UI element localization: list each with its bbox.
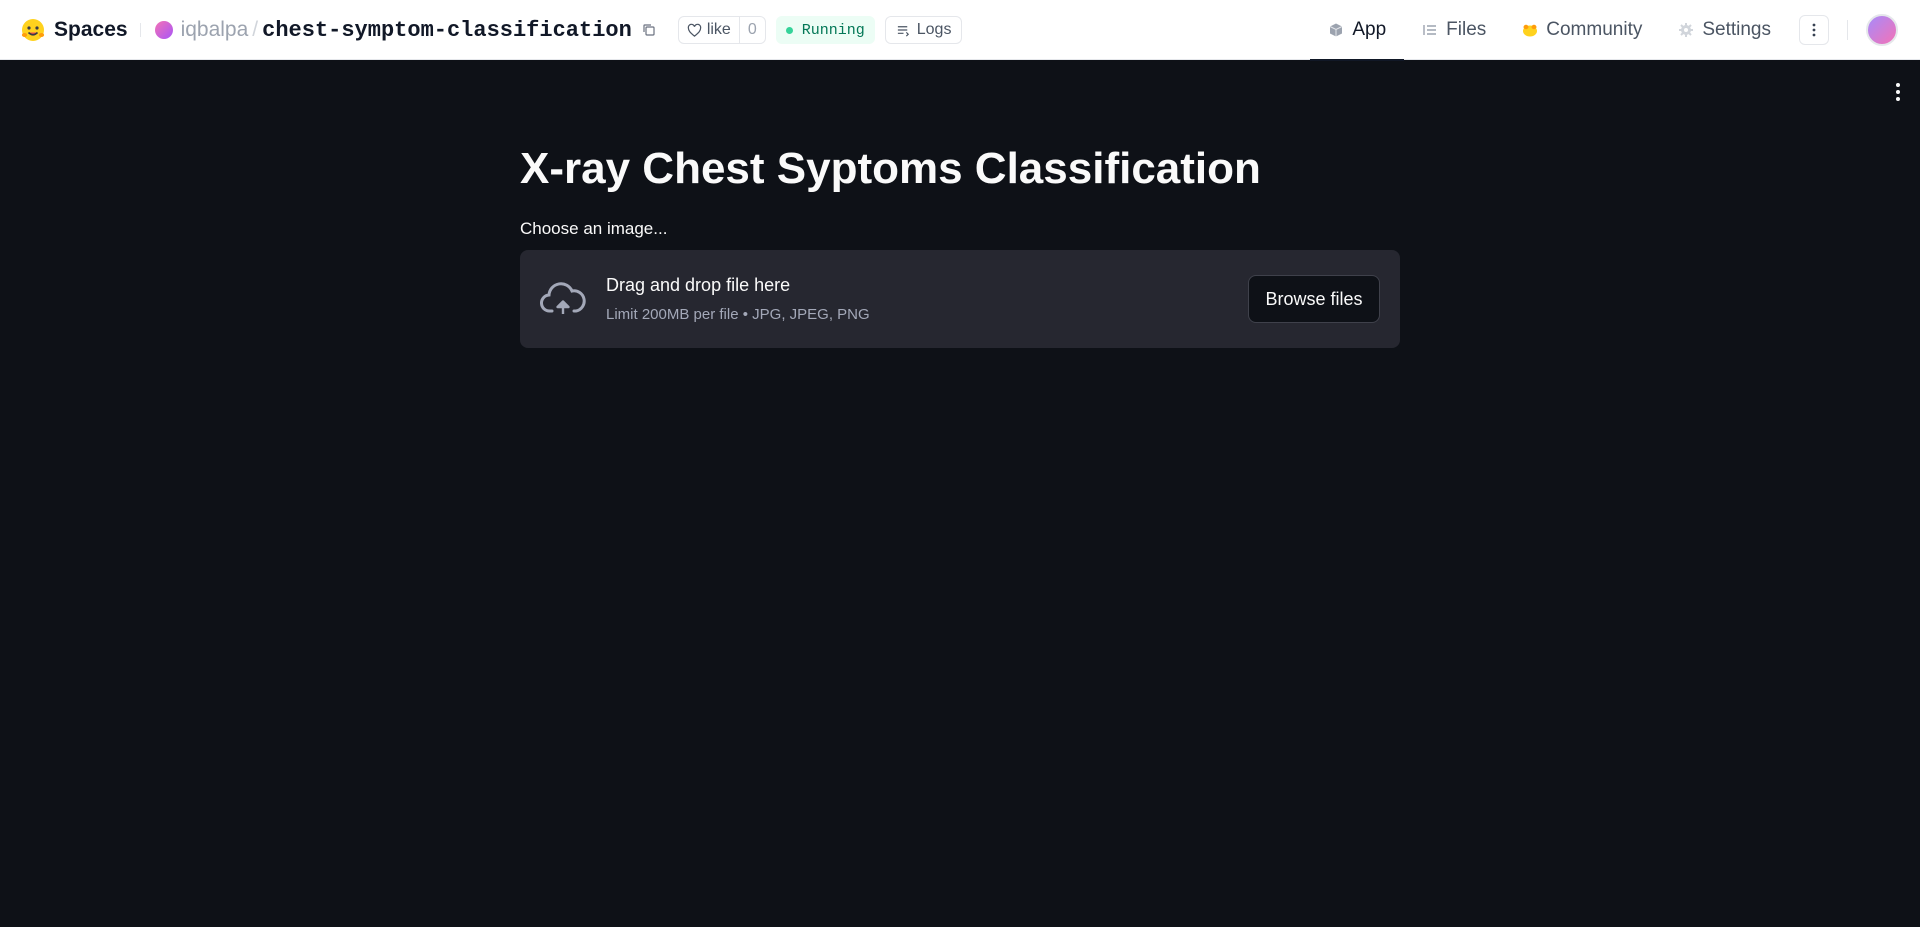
spaces-brand-link[interactable]: Spaces <box>54 18 128 42</box>
tab-community[interactable]: Community <box>1504 0 1660 60</box>
tab-files-label: Files <box>1446 19 1487 40</box>
cloud-upload-icon <box>540 282 586 314</box>
owner-link[interactable]: iqbalpa <box>181 18 249 42</box>
hugging-face-logo-icon[interactable] <box>20 17 46 43</box>
space-name-link[interactable]: chest-symptom-classification <box>262 18 632 43</box>
header-divider-right <box>1847 20 1848 40</box>
like-action[interactable]: like <box>679 17 739 43</box>
vertical-dots-icon <box>1812 23 1816 37</box>
app-main-menu-icon[interactable] <box>1894 82 1902 102</box>
app-cube-icon <box>1330 23 1343 37</box>
heart-icon <box>687 23 702 37</box>
status-dot-icon <box>785 26 793 34</box>
logs-button[interactable]: Logs <box>884 16 963 44</box>
user-avatar[interactable] <box>1866 14 1898 46</box>
like-count[interactable]: 0 <box>738 17 765 43</box>
files-icon <box>1423 25 1437 35</box>
file-dropzone[interactable]: Drag and drop file here Limit 200MB per … <box>520 250 1400 348</box>
browse-files-button[interactable]: Browse files <box>1248 275 1380 323</box>
page-title: X-ray Chest Syptoms Classification <box>520 144 1261 193</box>
tab-files[interactable]: Files <box>1404 0 1504 60</box>
logs-icon <box>897 25 909 37</box>
logs-label: Logs <box>916 21 952 38</box>
header-divider <box>139 23 141 37</box>
top-navigation-bar: Spaces iqbalpa / chest-symptom-classific… <box>0 0 1920 61</box>
like-button[interactable]: like 0 <box>677 16 766 44</box>
space-header-right: App Files Community Settings <box>1310 0 1920 61</box>
community-hf-icon <box>1523 24 1538 37</box>
path-separator: / <box>252 18 259 41</box>
tab-community-label: Community <box>1546 19 1643 40</box>
dropzone-instructions: Drag and drop file here <box>606 275 791 295</box>
status-text: Running <box>801 21 865 39</box>
status-badge[interactable]: Running <box>775 16 875 44</box>
gear-icon <box>1679 23 1694 37</box>
file-uploader-label: Choose an image... <box>520 219 668 238</box>
tab-app-label: App <box>1352 19 1387 40</box>
more-options-button[interactable] <box>1799 15 1829 45</box>
like-label: like <box>706 21 731 38</box>
tab-settings[interactable]: Settings <box>1660 0 1789 60</box>
dropzone-file-limit: Limit 200MB per file • JPG, JPEG, PNG <box>606 306 870 323</box>
copy-icon[interactable] <box>642 23 656 37</box>
tab-app[interactable]: App <box>1310 0 1404 61</box>
space-header-left: Spaces iqbalpa / chest-symptom-classific… <box>20 0 963 60</box>
owner-avatar[interactable] <box>154 21 173 39</box>
tab-settings-label: Settings <box>1702 19 1771 40</box>
